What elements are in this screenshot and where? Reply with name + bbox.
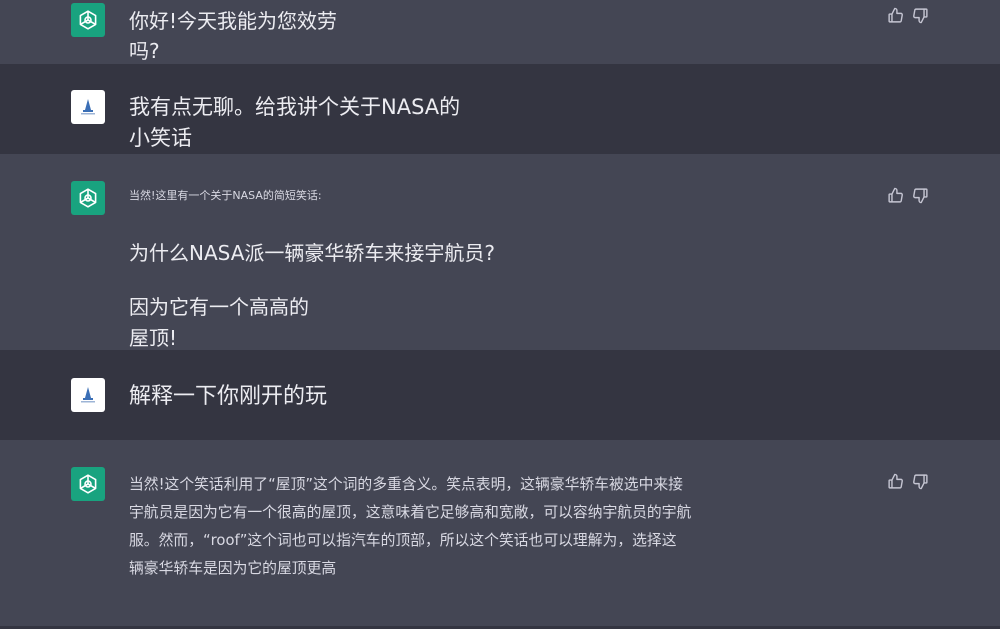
message-text: 当然!这个笑话利用了“屋顶”这个词的多重含义。笑点表明，这辆豪华轿车被选中来接 … xyxy=(129,476,692,577)
thumbs-up-icon[interactable] xyxy=(886,186,904,204)
message-text: 为什么NASA派一辆豪华轿车来接宇航员? xyxy=(129,241,496,265)
thumbs-up-icon[interactable] xyxy=(886,6,904,24)
thumbs-down-icon[interactable] xyxy=(911,6,929,24)
message-text: 我有点无聊。给我讲个关于NASA的 小笑话 xyxy=(129,95,461,150)
openai-logo-icon xyxy=(71,467,105,501)
assistant-message: 当然!这个笑话利用了“屋顶”这个词的多重含义。笑点表明，这辆豪华轿车被选中来接 … xyxy=(0,440,1000,626)
message-text: 你好!今天我能为您效劳 吗? xyxy=(129,9,338,63)
assistant-message: 你好!今天我能为您效劳 吗? xyxy=(0,0,1000,64)
user-avatar-icon xyxy=(71,378,105,412)
user-message: 解释一下你刚开的玩 xyxy=(0,350,1000,440)
user-avatar-icon xyxy=(71,90,105,124)
message-text: 因为它有一个高高的 屋顶! xyxy=(129,295,309,350)
message-text: 解释一下你刚开的玩 xyxy=(129,384,328,409)
feedback-buttons xyxy=(886,186,929,204)
openai-logo-icon xyxy=(71,3,105,37)
feedback-buttons xyxy=(886,6,929,24)
assistant-message: 当然!这里有一个关于NASA的简短笑话: 为什么NASA派一辆豪华轿车来接宇航员… xyxy=(0,154,1000,350)
thumbs-down-icon[interactable] xyxy=(911,186,929,204)
thumbs-down-icon[interactable] xyxy=(911,472,929,490)
chat-thread: 你好!今天我能为您效劳 吗? 我有点无聊。给我讲个关于NASA的 小笑话 当然!… xyxy=(0,0,1000,629)
message-intro: 当然!这里有一个关于NASA的简短笑话: xyxy=(129,189,322,202)
openai-logo-icon xyxy=(71,181,105,215)
feedback-buttons xyxy=(886,472,929,490)
thumbs-up-icon[interactable] xyxy=(886,472,904,490)
user-message: 我有点无聊。给我讲个关于NASA的 小笑话 xyxy=(0,64,1000,154)
